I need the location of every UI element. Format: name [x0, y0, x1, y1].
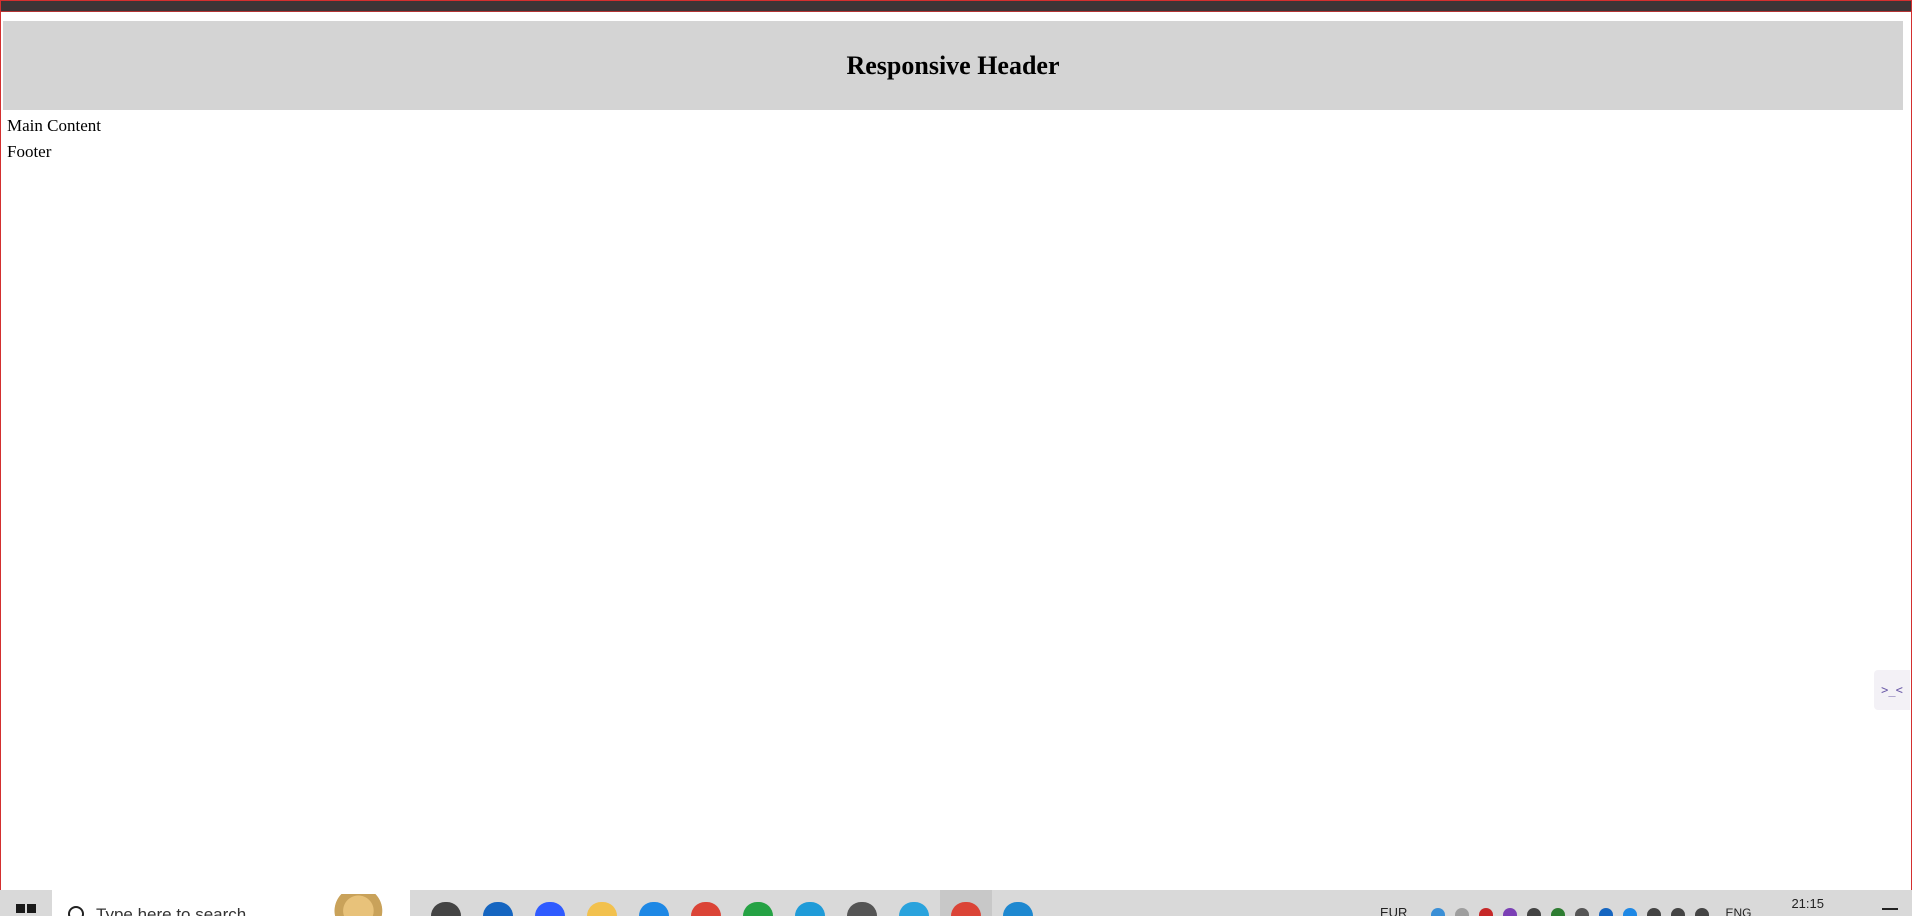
- task-view-icon: [431, 902, 461, 916]
- taskbar-app-button[interactable]: [940, 890, 992, 916]
- taskbar-app-button[interactable]: [420, 890, 472, 916]
- taskbar-app-button[interactable]: [732, 890, 784, 916]
- onenote-icon[interactable]: [1503, 908, 1518, 916]
- page-title: Responsive Header: [846, 50, 1060, 80]
- start-button[interactable]: [0, 890, 52, 916]
- app-icon: [535, 902, 565, 916]
- page-footer: Footer: [7, 142, 52, 161]
- taskbar-app-button[interactable]: [680, 890, 732, 916]
- file-explorer-icon: [587, 902, 617, 916]
- tray-icons: [1431, 890, 1710, 916]
- taskbar-search[interactable]: Type here to search: [52, 890, 410, 916]
- taskbar-app-button[interactable]: [472, 890, 524, 916]
- search-icon: [68, 906, 84, 916]
- page-header: Responsive Header: [3, 21, 1903, 110]
- edge-icon: [795, 902, 825, 916]
- clock[interactable]: 21:15: [1791, 896, 1824, 911]
- taskbar-app-button[interactable]: [888, 890, 940, 916]
- notification-icon[interactable]: [1882, 908, 1898, 916]
- system-tray: EUR ENG 21:15: [1380, 890, 1912, 916]
- bluetooth-icon[interactable]: [1599, 908, 1614, 916]
- tray-icon-9[interactable]: [1623, 908, 1638, 916]
- whatsapp-icon: [743, 902, 773, 916]
- tray-icon-1[interactable]: [1431, 908, 1446, 916]
- security-icon[interactable]: [1527, 908, 1542, 916]
- search-highlight-image: [332, 894, 398, 916]
- taskbar-app-button[interactable]: [836, 890, 888, 916]
- main-content: Main Content: [7, 116, 101, 135]
- volume-icon[interactable]: [1671, 908, 1686, 916]
- taskbar-app-button[interactable]: [524, 890, 576, 916]
- search-app-icon: [639, 902, 669, 916]
- nvidia-icon[interactable]: [1551, 908, 1566, 916]
- search-placeholder: Type here to search: [96, 905, 247, 916]
- currency-label[interactable]: EUR: [1380, 905, 1407, 916]
- extension-icon: >_<: [1881, 683, 1903, 697]
- tray-icon-2[interactable]: [1455, 908, 1470, 916]
- language-indicator[interactable]: ENG: [1725, 906, 1751, 916]
- taskbar-app-button[interactable]: [992, 890, 1044, 916]
- windows-icon: [16, 904, 36, 916]
- chrome-active-icon: [951, 902, 981, 916]
- taskbar: Type here to search EUR ENG 21:15: [0, 890, 1912, 916]
- telegram-icon: [899, 902, 929, 916]
- tray-icon-3[interactable]: [1479, 908, 1494, 916]
- vscode-icon: [1003, 902, 1033, 916]
- taskbar-app-button[interactable]: [576, 890, 628, 916]
- web-page: Responsive Header Main Content Footer: [1, 12, 1911, 890]
- browser-top-strip: [0, 0, 1912, 12]
- mail-icon: [483, 902, 513, 916]
- taskbar-apps: [420, 890, 1044, 916]
- tray-icon-7[interactable]: [1575, 908, 1590, 916]
- network-icon[interactable]: [1647, 908, 1662, 916]
- taskbar-app-button[interactable]: [784, 890, 836, 916]
- pen-icon[interactable]: [1695, 908, 1710, 916]
- taskbar-app-button[interactable]: [628, 890, 680, 916]
- side-extension-tab[interactable]: >_<: [1874, 670, 1910, 710]
- chrome-icon: [691, 902, 721, 916]
- clock-app-icon: [847, 902, 877, 916]
